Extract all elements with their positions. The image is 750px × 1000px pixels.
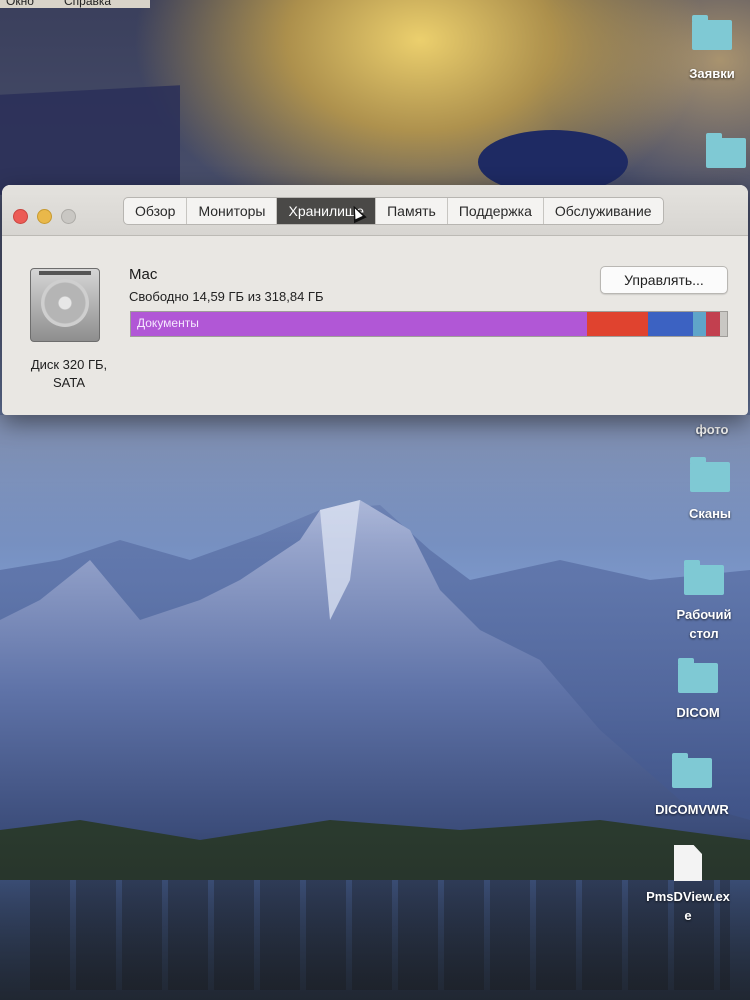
file-icon [674, 845, 702, 881]
zoom-button[interactable] [61, 209, 76, 224]
storage-bar-segment [719, 312, 727, 336]
storage-bar-segment [647, 312, 693, 336]
about-this-mac-window: Обзор Мониторы Хранилище Память Поддержк… [2, 185, 748, 415]
menu-bar: Окно Справка [0, 0, 150, 8]
storage-bar-segment [586, 312, 648, 336]
folder-icon [706, 133, 746, 168]
desktop-icon-foto[interactable]: фото [662, 420, 750, 439]
desktop-icon-dicomvwr[interactable]: DICOMVWR [642, 753, 742, 819]
hard-disk-icon [30, 268, 100, 342]
wallpaper-mountain [0, 500, 750, 880]
desktop-icon-label: PmsDView.exe [646, 889, 730, 923]
disk-caption-line2: SATA [52, 375, 86, 390]
menu-help[interactable]: Справка [64, 0, 111, 8]
storage-usage-bar: Документы [130, 311, 728, 337]
tab-support[interactable]: Поддержка [448, 198, 544, 224]
volume-name: Mac [129, 266, 158, 283]
tab-displays[interactable]: Мониторы [187, 198, 278, 224]
disk-caption: Диск 320 ГБ, SATA [16, 356, 122, 392]
storage-bar-segment [705, 312, 720, 336]
close-button[interactable] [13, 209, 28, 224]
storage-bar-label: Документы [137, 316, 199, 330]
desktop-icon-label: Заявки [689, 66, 735, 81]
background-shape [0, 85, 180, 195]
storage-bar-segment: Документы [131, 312, 587, 336]
tab-bar: Обзор Мониторы Хранилище Память Поддержк… [123, 197, 664, 225]
folder-icon [692, 15, 732, 50]
desktop-icon-label: Сканы [688, 506, 732, 521]
folder-icon [690, 457, 730, 492]
volume-free-space: Свободно 14,59 ГБ из 318,84 ГБ [129, 289, 324, 304]
window-titlebar: Обзор Мониторы Хранилище Память Поддержк… [2, 185, 748, 236]
desktop-icon-pmsdview[interactable]: PmsDView.exe [638, 845, 738, 925]
desktop-icon-partial-folder[interactable] [676, 133, 750, 168]
disk-caption-line1: Диск 320 ГБ, [30, 357, 108, 372]
storage-panel: Диск 320 ГБ, SATA Mac Свободно 14,59 ГБ … [2, 236, 748, 415]
folder-icon [672, 753, 712, 788]
manage-button[interactable]: Управлять... [600, 266, 728, 294]
desktop-icon-dicom[interactable]: DICOM [648, 658, 748, 722]
desktop-icon-label: DICOMVWR [655, 802, 729, 817]
desktop-icon-label: DICOM [676, 705, 720, 720]
folder-icon [684, 560, 724, 595]
desktop-icon-zayavki[interactable]: Заявки [662, 15, 750, 83]
screen-glare [0, 415, 750, 545]
folder-icon [678, 658, 718, 693]
minimize-button[interactable] [37, 209, 52, 224]
desktop-icon-label: фото [695, 422, 729, 437]
storage-bar-segment [693, 312, 706, 336]
desktop-background: Окно Справка Заявки фото Сканы Рабочий с… [0, 0, 750, 1000]
desktop-icon-skany[interactable]: Сканы [660, 457, 750, 523]
desktop-icon-label: Рабочий стол [676, 607, 732, 641]
menu-window[interactable]: Окно [6, 0, 34, 8]
tab-service[interactable]: Обслуживание [544, 198, 663, 224]
desktop-icon-rabochiy-stol[interactable]: Рабочий стол [654, 560, 750, 643]
tab-overview[interactable]: Обзор [124, 198, 188, 224]
keyboard-keys [30, 880, 730, 990]
tab-memory[interactable]: Память [376, 198, 448, 224]
